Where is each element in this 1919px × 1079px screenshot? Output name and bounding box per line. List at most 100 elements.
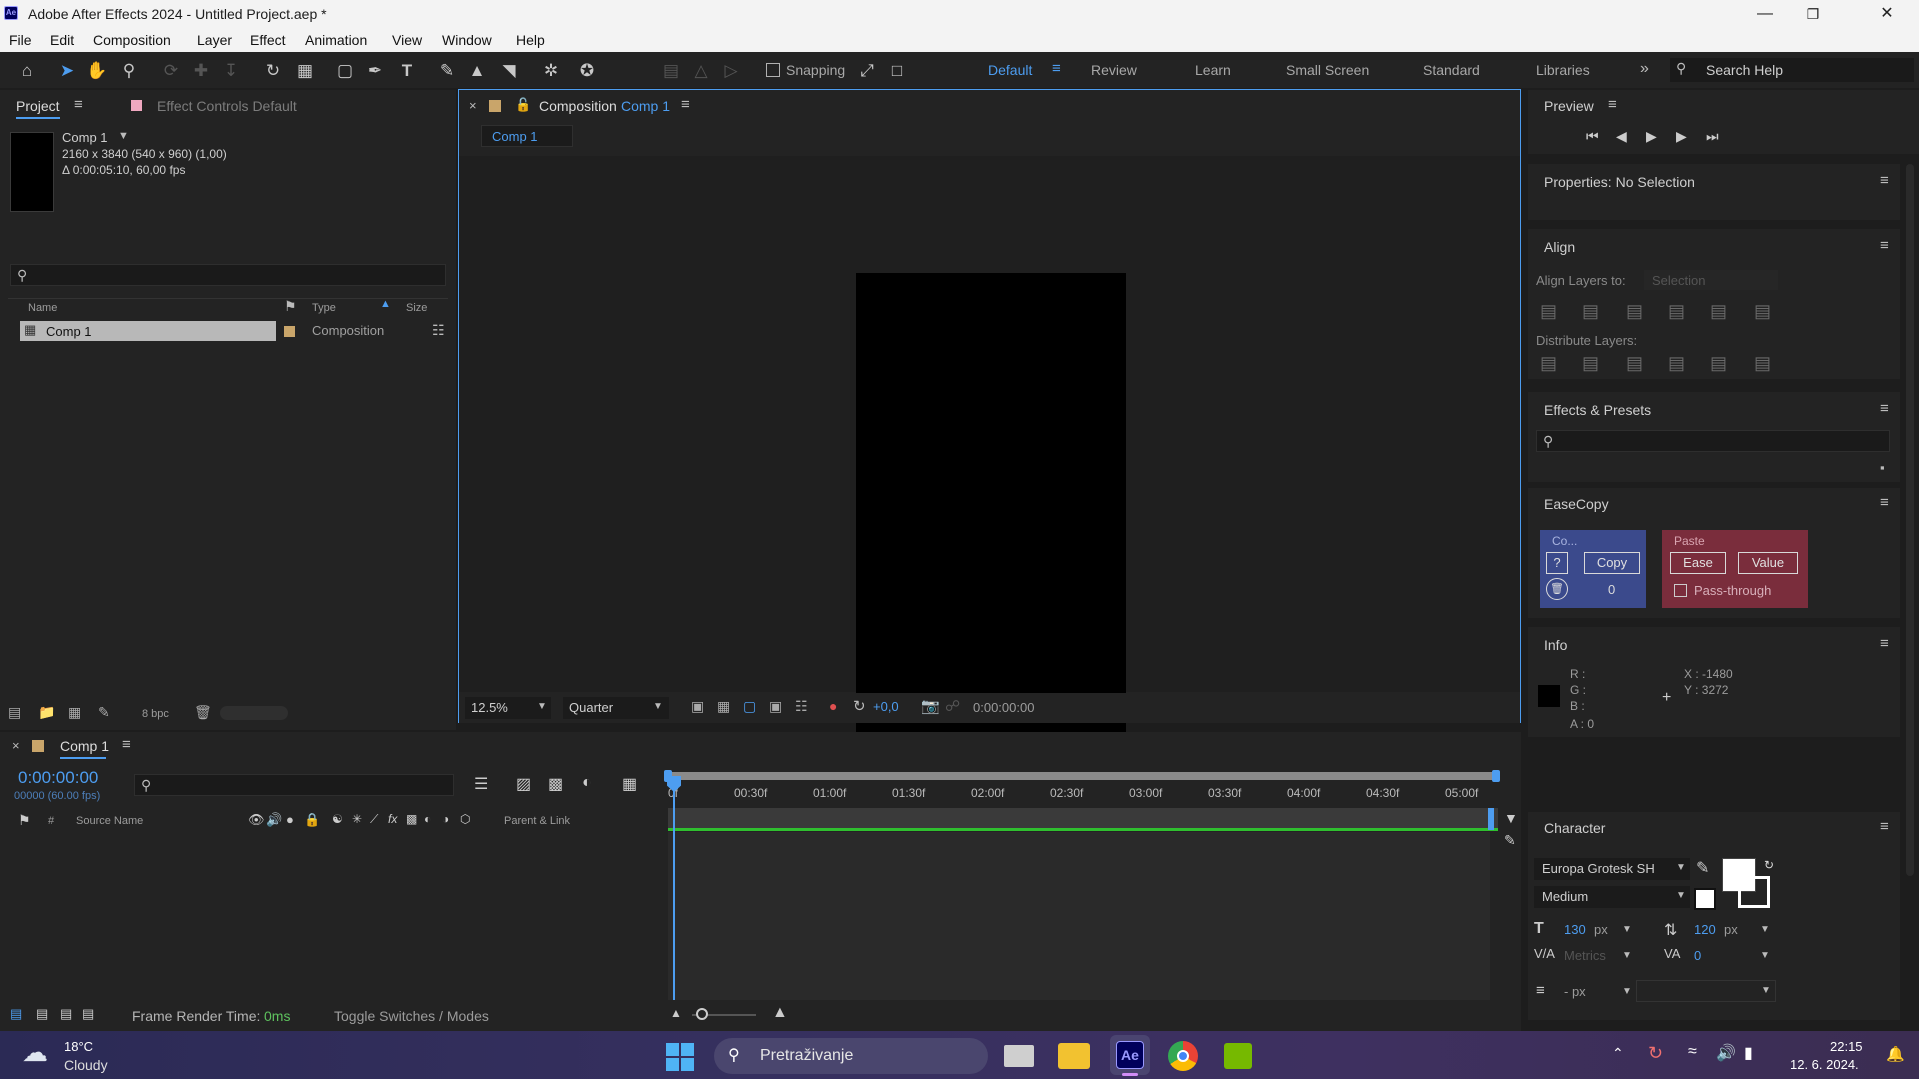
previous-frame-icon[interactable]: ◀ (1616, 128, 1627, 145)
dolly-tool-icon[interactable]: ↧ (220, 60, 242, 82)
zoom-slider-thumb[interactable] (696, 1008, 708, 1020)
properties-menu-icon[interactable]: ≡ (1880, 172, 1889, 189)
align-top-icon[interactable]: ▤ (1668, 301, 1685, 322)
workspace-standard[interactable]: Standard (1423, 62, 1480, 78)
chevron-down-icon[interactable]: ▼ (1760, 924, 1770, 935)
character-menu-icon[interactable]: ≡ (1880, 818, 1889, 835)
align-menu-icon[interactable]: ≡ (1880, 237, 1889, 254)
hand-tool-icon[interactable]: ✋ (86, 60, 108, 82)
type-tool-icon[interactable]: T (396, 60, 418, 82)
weather-condition[interactable]: Cloudy (64, 1057, 108, 1073)
region-of-interest-icon[interactable]: ▣ (769, 698, 782, 715)
chevron-down-icon[interactable]: ▼ (118, 130, 129, 142)
zoom-dropdown[interactable]: 12.5% ▼ (465, 697, 551, 719)
default-colors-icon[interactable] (1694, 888, 1716, 910)
collapse-icon[interactable]: ✳ (352, 812, 362, 826)
eraser-tool-icon[interactable]: ◥ (498, 60, 520, 82)
tracking-value[interactable]: 0 (1694, 948, 1701, 963)
menu-file[interactable]: File (9, 32, 32, 48)
stroke-color-swatch[interactable] (1738, 876, 1770, 908)
menu-animation[interactable]: Animation (305, 32, 367, 48)
fast-previews-icon[interactable]: ▣ (691, 698, 704, 715)
menu-window[interactable]: Window (442, 32, 492, 48)
brush-tool-icon[interactable]: ✎ (436, 60, 458, 82)
zoom-in-icon[interactable]: ▲ (772, 1004, 788, 1022)
font-family-dropdown[interactable]: Europa Grotesk SH ▼ (1534, 858, 1690, 880)
zoom-tool-icon[interactable]: ⚲ (118, 60, 140, 82)
timeline-menu-icon[interactable]: ≡ (122, 736, 131, 753)
tab-project[interactable]: Project (16, 98, 60, 114)
toggle-switches-modes[interactable]: Toggle Switches / Modes (334, 1008, 489, 1024)
snapping-checkbox[interactable] (766, 63, 780, 77)
layer-track-area[interactable] (668, 832, 1490, 1000)
easecopy-menu-icon[interactable]: ≡ (1880, 494, 1889, 511)
adjustment-layer-icon[interactable]: ◑ (442, 812, 449, 826)
align-vertical-center-icon[interactable]: ▤ (1710, 301, 1727, 322)
menu-layer[interactable]: Layer (197, 32, 232, 48)
home-icon[interactable]: ⌂ (16, 60, 38, 82)
pass-through-checkbox[interactable] (1674, 584, 1687, 597)
render-time-icon[interactable]: ▤ (82, 1006, 94, 1022)
nvidia-icon[interactable] (1224, 1043, 1252, 1069)
breadcrumb[interactable]: Comp 1 (481, 125, 573, 147)
last-frame-icon[interactable]: ⏭ (1706, 128, 1719, 145)
exposure-value[interactable]: +0,0 (873, 699, 899, 714)
motion-blur-icon[interactable]: ◐ (582, 774, 592, 792)
minimize-icon[interactable]: — (1742, 3, 1788, 25)
lock-icon[interactable]: 🔒 (304, 812, 320, 828)
adjust-project-icon[interactable]: ✎ (98, 704, 110, 721)
orbit-tool-icon[interactable]: ⟳ (160, 60, 182, 82)
copy-button[interactable]: Copy (1584, 552, 1640, 574)
align-left-icon[interactable]: ▤ (1540, 301, 1557, 322)
anchor-tool-icon[interactable]: ▦ (294, 60, 316, 82)
pan-tool-icon[interactable]: ✚ (190, 60, 212, 82)
axis-view-icon[interactable]: ▷ (720, 60, 742, 82)
paste-ease-button[interactable]: Ease (1670, 552, 1726, 574)
draft-3d-icon[interactable]: ▨ (516, 774, 531, 794)
show-hidden-icons-chevron-icon[interactable]: ⌃ (1612, 1045, 1624, 1062)
effects-presets-menu-icon[interactable]: ≡ (1880, 400, 1889, 417)
clone-stamp-tool-icon[interactable]: ▲ (466, 60, 488, 82)
swap-colors-icon[interactable]: ↻ (1764, 858, 1774, 872)
distribute-bottom-icon[interactable]: ▤ (1626, 353, 1643, 374)
navigator-end-handle[interactable] (1488, 808, 1494, 830)
menu-help[interactable]: Help (516, 32, 545, 48)
effects-search-input[interactable]: ⚲ (1536, 430, 1890, 452)
paste-value-button[interactable]: Value (1738, 552, 1798, 574)
more-workspaces-icon[interactable]: » (1640, 60, 1649, 78)
restore-icon[interactable]: ❐ (1790, 3, 1836, 25)
work-area-end-handle[interactable] (1492, 770, 1500, 782)
chevron-down-icon[interactable]: ▼ (1622, 924, 1632, 935)
new-composition-icon[interactable]: ▦ (68, 704, 81, 721)
chevron-down-icon[interactable]: ▼ (1760, 950, 1770, 961)
align-bottom-icon[interactable]: ▤ (1754, 301, 1771, 322)
new-folder-icon[interactable]: 📁 (38, 704, 55, 721)
label-tag-icon[interactable]: ⚑ (284, 298, 297, 315)
align-right-icon[interactable]: ▤ (1626, 301, 1643, 322)
snap-features-icon[interactable]: □ (886, 60, 908, 82)
timeline-timecode[interactable]: 0:00:00:00 (18, 768, 98, 788)
first-frame-icon[interactable]: ⏮ (1586, 128, 1599, 145)
workspace-libraries[interactable]: Libraries (1536, 62, 1590, 78)
breadcrumb-comp[interactable]: Comp 1 (492, 129, 538, 144)
composition-tab-name[interactable]: Comp 1 (621, 98, 670, 114)
task-view-icon[interactable] (1004, 1045, 1034, 1067)
3d-layer-icon[interactable]: ⬡ (460, 812, 470, 826)
graph-editor-icon[interactable]: ▦ (622, 774, 637, 794)
chevron-down-icon[interactable]: ▼ (1622, 986, 1632, 997)
workspace-review[interactable]: Review (1091, 62, 1137, 78)
axis-world-icon[interactable]: △ (690, 60, 712, 82)
chevron-down-icon[interactable]: ▼ (1622, 950, 1632, 961)
timeline-search-input[interactable]: ⚲ (134, 774, 454, 796)
weather-temperature[interactable]: 18°C (64, 1039, 93, 1054)
quality-icon[interactable]: ⟋ (370, 812, 378, 827)
clock-time[interactable]: 22:15 (1830, 1039, 1863, 1054)
axis-local-icon[interactable]: ▤ (660, 60, 682, 82)
composition-menu-icon[interactable]: ≡ (681, 96, 690, 113)
roto-brush-tool-icon[interactable]: ✲ (540, 60, 562, 82)
tab-effect-controls[interactable]: Effect Controls Default (157, 98, 297, 114)
trash-icon[interactable]: 🗑 (194, 704, 212, 721)
stroke-style-dropdown[interactable]: ▼ (1636, 980, 1776, 1002)
font-style-dropdown[interactable]: Medium ▼ (1534, 886, 1690, 908)
frame-blend-switch-icon[interactable]: ▩ (406, 812, 417, 826)
